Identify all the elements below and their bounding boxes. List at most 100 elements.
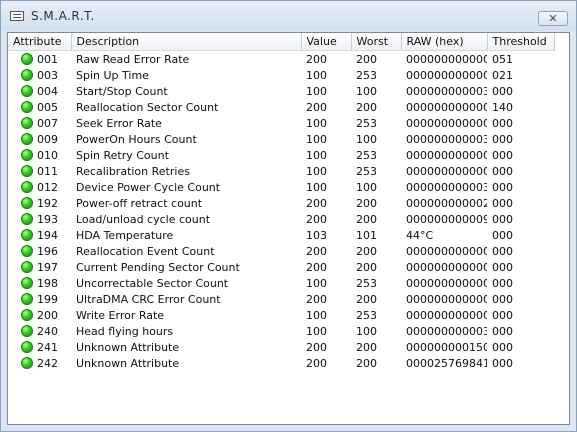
attribute-worst: 200: [356, 356, 377, 370]
attribute-id: 193: [8, 211, 71, 227]
attribute-threshold: 000: [492, 132, 513, 146]
table-row[interactable]: 198 Uncorrectable Sector Count 100 253 00000…: [8, 275, 554, 291]
green-status-led-icon: [21, 260, 33, 273]
attribute-threshold: 000: [492, 276, 513, 290]
table-row[interactable]: 199 UltraDMA CRC Error Count 200 200 0000000…: [8, 291, 554, 307]
green-status-led-icon: [21, 68, 33, 81]
title-bar[interactable]: S.M.A.R.T. ✕: [1, 1, 576, 31]
attribute-value: 200: [306, 196, 327, 210]
attribute-description: Unknown Attribute: [76, 356, 180, 370]
attribute-value: 100: [306, 180, 327, 194]
table-row[interactable]: 009 PowerOn Hours Count 100 100 000000000003…: [8, 131, 554, 147]
attribute-id: 007: [8, 115, 71, 131]
column-header-raw[interactable]: RAW (hex): [401, 33, 488, 51]
attribute-id: 012: [8, 179, 71, 195]
attribute-description: Current Pending Sector Count: [76, 260, 240, 274]
attribute-raw: 000000000003: [406, 84, 487, 98]
column-header-description[interactable]: Description: [71, 33, 302, 51]
table-row[interactable]: 012 Device Power Cycle Count 100 100 0000000…: [8, 179, 554, 195]
attribute-threshold: 051: [492, 52, 513, 66]
attribute-id-text: 196: [37, 244, 58, 258]
window-title: S.M.A.R.T.: [31, 9, 95, 23]
attribute-id: 009: [8, 131, 71, 147]
table-row[interactable]: 001 Raw Read Error Rate 200 200 000000000000…: [8, 51, 554, 68]
attribute-worst: 253: [356, 164, 377, 178]
attribute-worst: 200: [356, 340, 377, 354]
attribute-id: 004: [8, 83, 71, 99]
green-status-led-icon: [21, 116, 33, 129]
header-row: Attribute Description Value Worst RAW (h…: [8, 33, 555, 51]
attribute-raw: 000000000000: [406, 100, 487, 114]
table-row[interactable]: 003 Spin Up Time 100 253 000000000000 021: [8, 67, 554, 83]
close-button[interactable]: ✕: [538, 11, 568, 26]
column-header-threshold[interactable]: Threshold: [487, 33, 555, 51]
table-row[interactable]: 193 Load/unload cycle count 200 200 00000000…: [8, 211, 554, 227]
table-row[interactable]: 196 Reallocation Event Count 200 200 0000000…: [8, 243, 554, 259]
attribute-value: 200: [306, 356, 327, 370]
attribute-threshold: 000: [492, 228, 513, 242]
table-row[interactable]: 005 Reallocation Sector Count 200 200 000000…: [8, 99, 554, 115]
attribute-worst: 200: [356, 244, 377, 258]
green-status-led-icon: [21, 212, 33, 225]
attribute-id: 241: [8, 339, 71, 355]
attribute-id-text: 007: [37, 116, 58, 130]
attribute-raw: 000000000000: [406, 276, 487, 290]
attribute-raw: 000000000000: [406, 292, 487, 306]
table-row[interactable]: 241 Unknown Attribute 200 200 000000000150 00…: [8, 339, 554, 355]
attribute-worst: 253: [356, 308, 377, 322]
green-status-led-icon: [21, 52, 33, 65]
attribute-worst: 200: [356, 260, 377, 274]
attribute-worst: 100: [356, 180, 377, 194]
column-header-attribute[interactable]: Attribute: [8, 33, 72, 51]
table-row[interactable]: 011 Recalibration Retries 100 253 0000000000…: [8, 163, 554, 179]
column-header-worst[interactable]: Worst: [351, 33, 402, 51]
attribute-id-text: 193: [37, 212, 58, 226]
table-row[interactable]: 010 Spin Retry Count 100 253 000000000000 000: [8, 147, 554, 163]
attribute-worst: 253: [356, 68, 377, 82]
window-menu-icon[interactable]: [10, 11, 24, 21]
attribute-value: 100: [306, 164, 327, 178]
attribute-id-text: 241: [37, 340, 58, 354]
attribute-raw: 000000000009: [406, 212, 487, 226]
attribute-value: 200: [306, 244, 327, 258]
green-status-led-icon: [21, 148, 33, 161]
attribute-id: 197: [8, 259, 71, 275]
attribute-id-text: 011: [37, 164, 58, 178]
table-row[interactable]: 200 Write Error Rate 100 253 000000000000 000: [8, 307, 554, 323]
attribute-value: 200: [306, 100, 327, 114]
table-row[interactable]: 240 Head flying hours 100 100 000000000003 00…: [8, 323, 554, 339]
green-status-led-icon: [21, 340, 33, 353]
attribute-raw: 000000000000: [406, 244, 487, 258]
attribute-threshold: 000: [492, 260, 513, 274]
attribute-id-text: 009: [37, 132, 58, 146]
attribute-raw: 44°C: [406, 228, 434, 242]
smart-attributes-list[interactable]: Attribute Description Value Worst RAW (h…: [7, 32, 570, 425]
attribute-threshold: 000: [492, 148, 513, 162]
table-row[interactable]: 194 HDA Temperature 103 101 44°C 000: [8, 227, 554, 243]
green-status-led-icon: [21, 308, 33, 321]
table-row[interactable]: 197 Current Pending Sector Count 200 200 000…: [8, 259, 554, 275]
green-status-led-icon: [21, 196, 33, 209]
attribute-raw: 000000000000: [406, 68, 487, 82]
attribute-description: Power-off retract count: [76, 196, 203, 210]
table-row[interactable]: 007 Seek Error Rate 100 253 000000000000 000: [8, 115, 554, 131]
attribute-description: Spin Retry Count: [76, 148, 169, 162]
attribute-id: 001: [8, 51, 71, 68]
green-status-led-icon: [21, 324, 33, 337]
attribute-worst: 100: [356, 324, 377, 338]
attribute-threshold: 000: [492, 116, 513, 130]
column-header-value[interactable]: Value: [301, 33, 352, 51]
table-row[interactable]: 242 Unknown Attribute 200 200 000025769841 00…: [8, 355, 554, 371]
attribute-description: UltraDMA CRC Error Count: [76, 292, 221, 306]
table-row[interactable]: 004 Start/Stop Count 100 100 000000000003 000: [8, 83, 554, 99]
attribute-id-text: 200: [37, 308, 58, 322]
attribute-id-text: 005: [37, 100, 58, 114]
green-status-led-icon: [21, 356, 33, 369]
attribute-raw: 000000000002: [406, 196, 487, 210]
table-row[interactable]: 192 Power-off retract count 200 200 00000000…: [8, 195, 554, 211]
attribute-id: 198: [8, 275, 71, 291]
attribute-description: PowerOn Hours Count: [76, 132, 197, 146]
attribute-raw: 000000000000: [406, 52, 487, 66]
attribute-raw: 000000000150: [406, 340, 487, 354]
attribute-id: 011: [8, 163, 71, 179]
